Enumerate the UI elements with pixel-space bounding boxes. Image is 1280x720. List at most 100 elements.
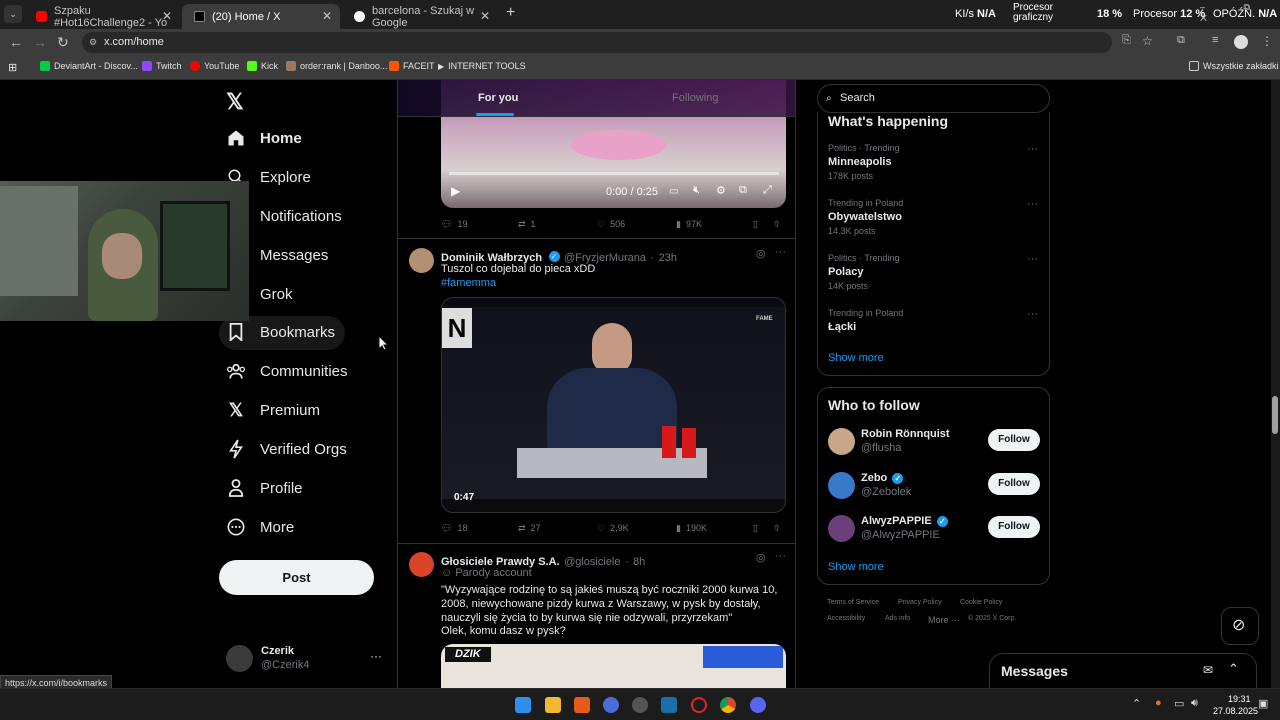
grok-floating-button[interactable]: ⊘ [1221, 607, 1259, 645]
trend-item[interactable]: Trending in Poland Obywatelstwo 14.3K po… [828, 198, 1038, 236]
bookmark-kick[interactable]: Kick [247, 61, 278, 71]
bookmark-button[interactable]: ▯ [753, 523, 758, 534]
share-icon[interactable]: ⇧ [773, 219, 781, 230]
bookmark-danbooru[interactable]: order:rank | Danboo... [286, 61, 387, 71]
apps-icon[interactable]: ⊞ [8, 61, 17, 74]
more-dots-icon[interactable]: ··· [1027, 308, 1038, 320]
bookmark-faceit[interactable]: FACEIT [389, 61, 435, 71]
views-button[interactable]: ▮ 190K [676, 523, 707, 534]
nav-communities[interactable]: Communities [226, 353, 348, 389]
opera-icon[interactable] [691, 697, 707, 713]
show-more-link[interactable]: Show more [828, 352, 884, 364]
chevron-up-icon[interactable]: ⌃ [1228, 661, 1239, 677]
mute-icon[interactable]: 🔇︎ [693, 184, 700, 197]
follow-button[interactable]: Follow [988, 473, 1040, 495]
nav-verified-orgs[interactable]: Verified Orgs [226, 431, 347, 467]
bookmark-folder-internet-tools[interactable]: ▶ INTERNET TOOLS [438, 61, 526, 71]
scrollbar-thumb[interactable] [1272, 396, 1278, 434]
tab-for-you[interactable]: For you [478, 92, 518, 104]
trend-item[interactable]: Trending in Poland Łącki ··· [828, 308, 1038, 333]
windows-start-icon[interactable] [515, 697, 531, 713]
more-dots-icon[interactable]: ··· [1027, 143, 1038, 155]
repost-button[interactable]: ⇄ 27 [518, 523, 541, 534]
trend-item[interactable]: Politics · Trending Polacy 14K posts ··· [828, 253, 1038, 291]
reply-button[interactable]: 💬︎ 19 [441, 219, 467, 230]
reply-button[interactable]: 💬︎ 18 [441, 523, 467, 534]
page-scrollbar[interactable] [1271, 80, 1280, 688]
x-logo[interactable]: 𝕏 [226, 89, 244, 115]
bookmark-twitch[interactable]: Twitch [142, 61, 182, 71]
install-icon[interactable]: ⎘ [1122, 34, 1131, 47]
repost-button[interactable]: ⇄ 1 [518, 219, 536, 230]
clock-date[interactable]: 27.08.2025 [1213, 706, 1258, 716]
clock-time[interactable]: 19:31 [1228, 694, 1251, 704]
messages-drawer[interactable]: Messages ✉ ⌃ [989, 653, 1257, 688]
avatar[interactable] [409, 248, 434, 273]
share-icon[interactable]: ⇧ [773, 523, 781, 534]
nav-more[interactable]: More [226, 509, 294, 545]
close-icon[interactable]: ✕ [322, 9, 332, 23]
follow-button[interactable]: Follow [988, 516, 1040, 538]
new-message-icon[interactable]: ✉ [1203, 663, 1213, 677]
tweet3-image[interactable]: DZIK [441, 644, 786, 688]
microphone-icon[interactable]: ● [1155, 697, 1162, 709]
views-button[interactable]: ▮ 97K [676, 219, 702, 230]
tweet2-hashtag[interactable]: #famemma [441, 276, 496, 290]
fullscreen-icon[interactable]: ⤢ [763, 184, 772, 197]
tweet2-video[interactable]: N FAME 0:47 [441, 297, 786, 513]
more-dots-icon[interactable]: ··· [775, 246, 786, 258]
forward-icon[interactable]: → [33, 34, 47, 50]
tab-following[interactable]: Following [672, 92, 718, 104]
bookmark-youtube[interactable]: YouTube [190, 61, 239, 71]
star-icon[interactable]: ☆ [1142, 34, 1153, 48]
tweet3-handle[interactable]: @glosiciele [564, 556, 620, 568]
footer-accessibility[interactable]: Accessibility [827, 615, 865, 622]
avatar[interactable] [409, 552, 434, 577]
profile-avatar[interactable] [1234, 35, 1248, 49]
new-tab-button[interactable]: + [506, 4, 515, 22]
grok-icon[interactable]: ◎ [756, 551, 766, 564]
grok-icon[interactable]: ◎ [756, 247, 766, 260]
follow-button[interactable]: Follow [988, 429, 1040, 451]
more-dots-icon[interactable]: ··· [1027, 198, 1038, 210]
like-button[interactable]: ♡ 2,9K [597, 523, 629, 534]
tab-google[interactable]: barcelona - Szukaj w Google ✕ [342, 4, 498, 29]
play-icon[interactable]: ▶ [451, 184, 460, 198]
nav-premium[interactable]: 𝕏 Premium [226, 392, 320, 428]
account-switcher[interactable]: Czerik @Czerik4 ··· [226, 643, 386, 675]
footer-privacy[interactable]: Privacy Policy [898, 599, 942, 606]
extensions-icon[interactable]: ⧉ [1177, 34, 1185, 47]
follow-suggestion[interactable]: Robin Rönnquist @flusha Follow [828, 428, 1040, 464]
app-icon[interactable] [574, 697, 590, 713]
footer-ads[interactable]: Ads info [885, 615, 910, 622]
follow-suggestion[interactable]: AlwyzPAPPIE ✓ @AlwyzPAPPIE Follow [828, 515, 1040, 551]
more-dots-icon[interactable]: ··· [370, 649, 382, 663]
video-progress[interactable] [449, 172, 779, 175]
chrome-icon[interactable] [720, 697, 736, 713]
tab-search-button[interactable]: ⌄ [4, 5, 22, 23]
close-icon[interactable]: ✕ [162, 9, 172, 23]
all-bookmarks[interactable]: Wszystkie zakładki [1189, 61, 1279, 71]
notification-icon[interactable]: ▣ [1258, 697, 1268, 710]
bookmark-deviantart[interactable]: DeviantArt - Discov... [40, 61, 138, 71]
trend-item[interactable]: Politics · Trending Minneapolis 178K pos… [828, 143, 1038, 181]
captions-icon[interactable]: ▭ [669, 186, 678, 197]
app-icon[interactable] [603, 697, 619, 713]
tweet2-time[interactable]: 23h [659, 252, 677, 264]
follow-suggestion[interactable]: Zebo ✓ @Zebolek Follow [828, 472, 1040, 508]
site-info-icon[interactable]: ⚙ [89, 32, 97, 53]
more-dots-icon[interactable]: ··· [775, 550, 786, 562]
network-icon[interactable]: ▭ [1174, 697, 1184, 710]
settings-icon[interactable]: ⚙ [716, 184, 726, 197]
window-controls[interactable]: – ⧉ ✕ [1200, 2, 1280, 24]
chevron-up-icon[interactable]: ⌃ [1132, 697, 1141, 710]
search-input[interactable]: ⌕ Search [817, 84, 1050, 113]
tab-youtube[interactable]: Szpaku #Hot16Challenge2 - Yo ✕ [24, 4, 180, 29]
app-icon[interactable] [632, 697, 648, 713]
close-icon[interactable]: ✕ [480, 9, 490, 23]
post-button[interactable]: Post [219, 560, 374, 595]
menu-icon[interactable]: ⋮ [1261, 34, 1273, 48]
reading-list-icon[interactable]: ≡ [1212, 34, 1218, 46]
steam-icon[interactable] [661, 697, 677, 713]
discord-icon[interactable] [750, 697, 766, 713]
